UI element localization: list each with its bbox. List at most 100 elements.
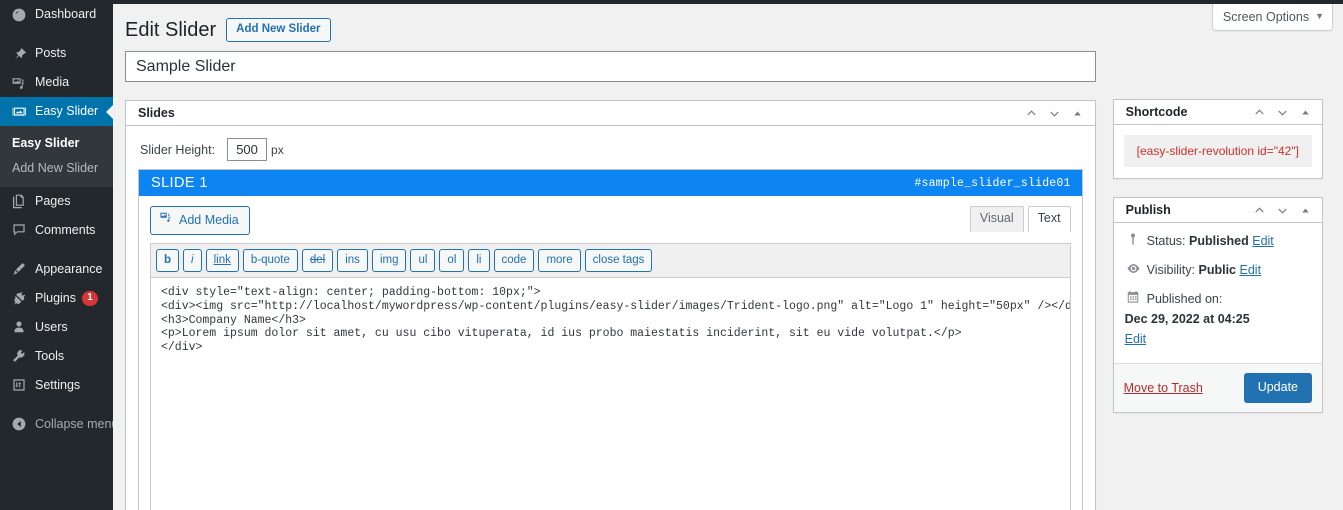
wp-content-area: Screen Options ▼ Edit Slider Add New Sli… (113, 0, 1343, 510)
sidebar-item-label: Easy Slider (35, 104, 99, 119)
sidebar-submenu-easy-slider: Easy Slider Add New Slider (0, 126, 113, 187)
sidebar-item-dashboard[interactable]: Dashboard (0, 0, 113, 29)
slider-height-label: Slider Height: (140, 142, 216, 157)
slider-icon (9, 102, 28, 121)
move-down-icon[interactable] (1271, 101, 1293, 123)
move-down-icon[interactable] (1044, 102, 1066, 124)
submenu-item-easy-slider[interactable]: Easy Slider (0, 131, 113, 156)
quicktag-li[interactable]: li (468, 249, 490, 273)
submenu-item-add-new-slider[interactable]: Add New Slider (0, 156, 113, 181)
slide-content-textarea[interactable]: <div style="text-align: center; padding-… (150, 277, 1071, 510)
sidebar-item-label: Appearance (35, 262, 103, 276)
add-media-button[interactable]: Add Media (150, 206, 250, 235)
toggle-panel-icon[interactable] (1294, 199, 1316, 221)
calendar-icon (1125, 290, 1142, 304)
published-on-value: Dec 29, 2022 at 04:25 (1124, 312, 1250, 326)
plugins-icon (9, 289, 28, 308)
slider-title-input[interactable] (125, 51, 1096, 82)
screen-options-label: Screen Options (1222, 10, 1310, 24)
publish-metabox-title: Publish (1125, 202, 1171, 217)
edit-visibility-link[interactable]: Edit (1240, 260, 1262, 280)
shortcode-metabox-header: Shortcode (1113, 100, 1322, 125)
page-header: Edit Slider Add New Slider (125, 4, 1323, 51)
quicktag-link[interactable]: link (205, 249, 239, 273)
quicktag-code[interactable]: code (493, 249, 535, 273)
slider-height-row: Slider Height: px (138, 136, 1083, 169)
slide-anchor-id: #sample_slider_slide01 (914, 176, 1071, 190)
quicktag-b[interactable]: b (156, 249, 180, 273)
sidebar-item-label: Media (35, 75, 70, 90)
quicktag-close-tags[interactable]: close tags (584, 249, 653, 273)
update-button[interactable]: Update (1243, 373, 1312, 403)
dashboard-icon (9, 5, 28, 24)
shortcode-metabox-inside: [easy-slider-revolution id="42"] (1114, 125, 1322, 178)
published-on-label: Published on: (1146, 292, 1223, 306)
plugins-update-badge: 1 (82, 290, 98, 306)
pin-icon (9, 44, 28, 63)
wp-admin-screen: Dashboard Posts Media Easy Slider Easy S… (0, 0, 1343, 510)
post-status-row: Status: Published Edit (1114, 227, 1322, 256)
comments-icon (9, 221, 28, 240)
quicktag-img[interactable]: img (371, 249, 407, 273)
sidebar-item-label: Settings (35, 378, 81, 392)
published-edit-wrap: Edit (1125, 329, 1312, 349)
sidebar-item-pages[interactable]: Pages (0, 187, 113, 216)
slider-height-unit: px (271, 142, 284, 157)
sidebar-item-plugins[interactable]: Plugins 1 (0, 284, 113, 313)
toggle-panel-icon[interactable] (1067, 102, 1089, 124)
sidebar-item-comments[interactable]: Comments (0, 216, 113, 245)
quicktag-ol[interactable]: ol (439, 249, 465, 273)
tools-icon (9, 347, 28, 366)
move-up-icon[interactable] (1248, 199, 1270, 221)
sidebar-item-easy-slider[interactable]: Easy Slider (0, 97, 113, 126)
quicktag-ins[interactable]: ins (337, 249, 368, 273)
collapse-menu-button[interactable]: Collapse menu (0, 410, 113, 439)
sidebar-item-posts[interactable]: Posts (0, 39, 113, 68)
publish-metabox: Publish Status: Published Edit Visibilit… (1112, 197, 1323, 413)
quicktag-ul[interactable]: ul (410, 249, 436, 273)
move-up-icon[interactable] (1248, 101, 1270, 123)
edit-status-link[interactable]: Edit (1252, 231, 1274, 251)
quicktag-more[interactable]: more (538, 249, 581, 273)
tab-visual[interactable]: Visual (969, 206, 1024, 232)
chevron-down-icon: ▼ (1315, 11, 1324, 22)
tab-text[interactable]: Text (1027, 206, 1071, 232)
sidebar-item-users[interactable]: Users (0, 313, 113, 342)
toggle-panel-icon[interactable] (1294, 101, 1316, 123)
visibility-label: Visibility: (1146, 263, 1196, 277)
users-icon (9, 318, 28, 337)
move-down-icon[interactable] (1271, 199, 1293, 221)
slides-metabox-controls (1021, 102, 1089, 124)
sidebar-item-settings[interactable]: Settings (0, 371, 113, 400)
sidebar-item-media[interactable]: Media (0, 68, 113, 97)
post-status-label: Status: (1146, 234, 1186, 248)
move-up-icon[interactable] (1021, 102, 1043, 124)
textarea-wrap: <div style="text-align: center; padding-… (150, 277, 1071, 510)
slide-header[interactable]: SLIDE 1 #sample_slider_slide01 (139, 170, 1082, 196)
sidebar-item-label: Plugins (35, 291, 76, 305)
quicktag-b-quote[interactable]: b-quote (242, 249, 298, 273)
move-to-trash-link[interactable]: Move to Trash (1124, 381, 1203, 395)
visibility-value: Public (1198, 263, 1237, 277)
slider-height-input[interactable] (227, 138, 268, 161)
settings-icon (9, 376, 28, 395)
slides-metabox-header: Slides (126, 101, 1095, 126)
media-icon (9, 73, 28, 92)
edit-date-link[interactable]: Edit (1125, 332, 1147, 346)
publish-metabox-controls (1248, 199, 1316, 221)
sidebar-item-appearance[interactable]: Appearance (0, 255, 113, 284)
menu-separator (0, 245, 113, 255)
visibility-eye-icon (1125, 261, 1142, 276)
slide-title: SLIDE 1 (151, 175, 208, 191)
add-new-slider-button[interactable]: Add New Slider (226, 18, 331, 42)
publish-actions-row: Move to Trash Update (1113, 363, 1322, 412)
sidebar-item-tools[interactable]: Tools (0, 342, 113, 371)
screen-options-button[interactable]: Screen Options ▼ (1211, 4, 1333, 32)
sidebar-item-label: Tools (35, 349, 65, 363)
quicktag-i[interactable]: i (183, 249, 202, 273)
sidebar-item-label: Posts (35, 46, 67, 61)
shortcode-value[interactable]: [easy-slider-revolution id="42"] (1123, 135, 1312, 167)
quicktag-del[interactable]: del (301, 249, 334, 273)
post-published-row: Published on: Dec 29, 2022 at 04:25 Edit (1114, 285, 1322, 354)
admin-sidebar: Dashboard Posts Media Easy Slider Easy S… (0, 0, 113, 510)
